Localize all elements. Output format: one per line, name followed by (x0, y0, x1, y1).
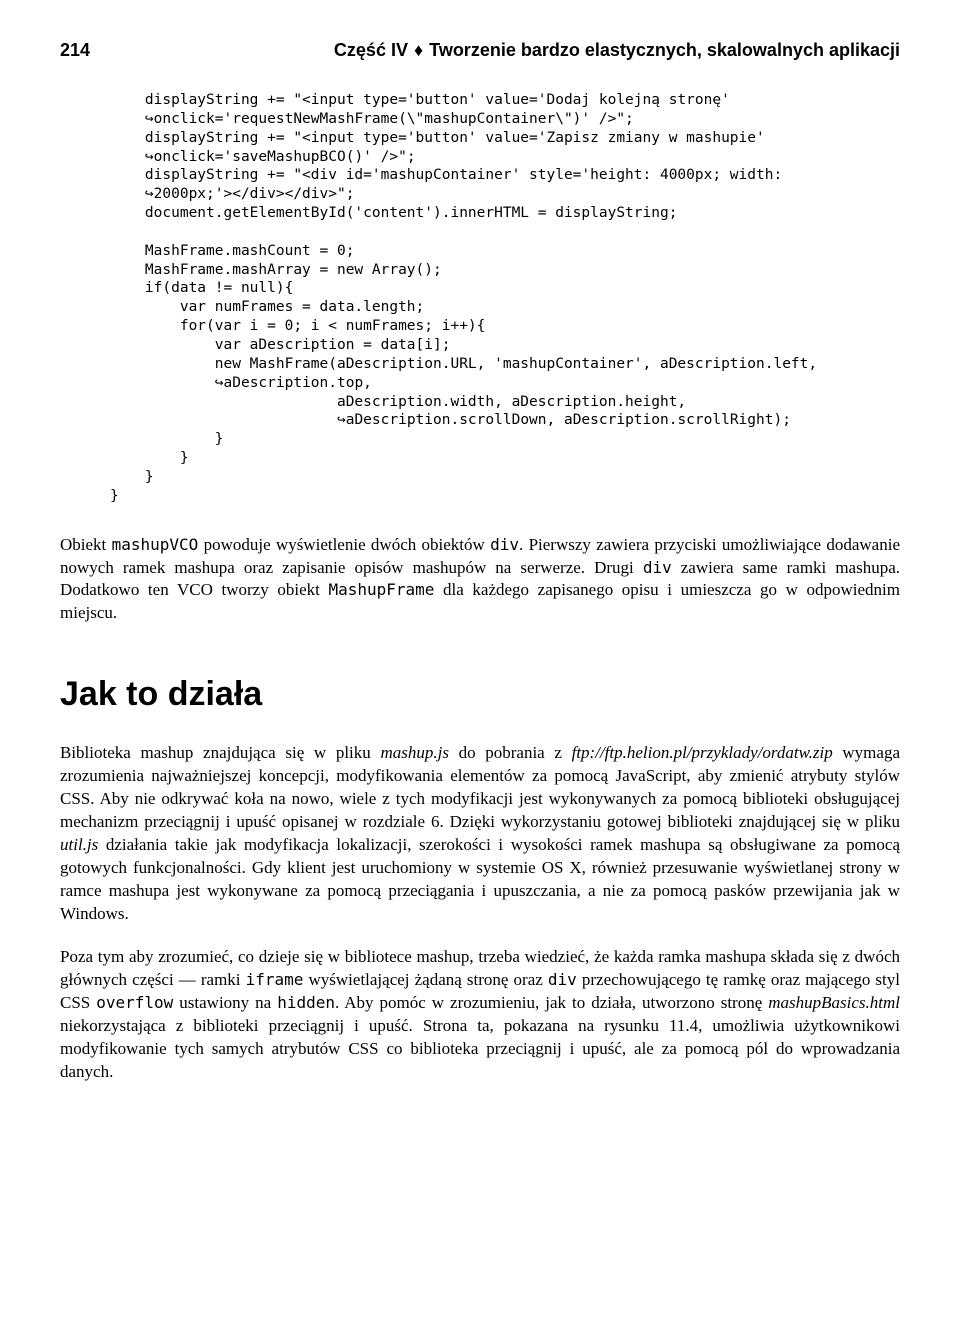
paragraph-3: Poza tym aby zrozumieć, co dzieje się w … (60, 946, 900, 1084)
code-line: } (110, 469, 154, 485)
code-line: var numFrames = data.length; (110, 299, 424, 315)
text-run: działania takie jak modyfikacja lokaliza… (60, 835, 900, 923)
text-run: Obiekt (60, 535, 112, 554)
italic-text: mashup.js (380, 743, 448, 762)
continuation-arrow-icon: ↪ (145, 148, 154, 167)
text-run: do pobrania z (449, 743, 572, 762)
code-line: displayString += "<input type='button' v… (110, 130, 765, 146)
text-run: ustawiony na (173, 993, 277, 1012)
code-line: MashFrame.mashArray = new Array(); (110, 262, 442, 278)
code-line: 2000px;'></div></div>"; (154, 186, 355, 202)
inline-code: iframe (246, 970, 304, 989)
italic-text: mashupBasics.html (768, 993, 900, 1012)
code-line: new MashFrame(aDescription.URL, 'mashupC… (110, 356, 817, 372)
text-run: powoduje wyświetlenie dwóch obiektów (198, 535, 490, 554)
code-line: } (110, 431, 224, 447)
inline-code: div (643, 558, 672, 577)
text-run: . Aby pomóc w zrozumieniu, jak to działa… (335, 993, 768, 1012)
paragraph-2: Biblioteka mashup znajdująca się w pliku… (60, 742, 900, 926)
continuation-arrow-icon: ↪ (337, 411, 346, 430)
code-line: for(var i = 0; i < numFrames; i++){ (110, 318, 485, 334)
section-heading: Jak to działa (60, 675, 900, 714)
text-run: Biblioteka mashup znajdująca się w pliku (60, 743, 380, 762)
inline-code: mashupVCO (112, 535, 199, 554)
running-head-suffix: Tworzenie bardzo elastycznych, skalowaln… (429, 40, 900, 60)
page-number: 214 (60, 40, 90, 61)
code-line: onclick='saveMashupBCO()' />"; (154, 149, 416, 165)
page-header: 214 Część IV ♦ Tworzenie bardzo elastyczny… (60, 40, 900, 61)
diamond-separator-icon: ♦ (414, 40, 423, 61)
code-line: } (110, 488, 119, 504)
paragraph-1: Obiekt mashupVCO powoduje wyświetlenie d… (60, 534, 900, 626)
code-line: displayString += "<div id='mashupContain… (110, 167, 782, 183)
inline-code: hidden (277, 993, 335, 1012)
continuation-arrow-icon: ↪ (215, 374, 224, 393)
code-line: aDescription.top, (224, 375, 372, 391)
text-run: wyświetlającej żądaną stronę oraz (303, 970, 547, 989)
code-block: displayString += "<input type='button' v… (110, 91, 900, 506)
inline-code: div (548, 970, 577, 989)
code-line: aDescription.scrollDown, aDescription.sc… (346, 412, 791, 428)
code-line: onclick='requestNewMashFrame(\"mashupCon… (154, 111, 634, 127)
code-line: MashFrame.mashCount = 0; (110, 243, 354, 259)
code-line: } (110, 450, 189, 466)
inline-code: div (490, 535, 519, 554)
inline-code: overflow (96, 993, 173, 1012)
running-head-prefix: Część IV (334, 40, 408, 60)
continuation-arrow-icon: ↪ (145, 110, 154, 129)
code-line: aDescription.width, aDescription.height, (110, 394, 686, 410)
code-line: displayString += "<input type='button' v… (110, 92, 730, 108)
continuation-arrow-icon: ↪ (145, 185, 154, 204)
running-head: Część IV ♦ Tworzenie bardzo elastycznych, … (334, 40, 900, 61)
code-line: if(data != null){ (110, 280, 293, 296)
code-line: document.getElementById('content').inner… (110, 205, 677, 221)
italic-text: util.js (60, 835, 98, 854)
code-line: var aDescription = data[i]; (110, 337, 450, 353)
text-run: niekorzystająca z biblioteki przeciągnij… (60, 1016, 900, 1081)
inline-code: MashupFrame (328, 580, 434, 599)
italic-text: ftp://ftp.helion.pl/przyklady/ordatw.zip (572, 743, 833, 762)
